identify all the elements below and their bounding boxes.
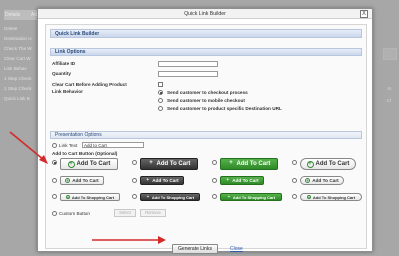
style-radio-9[interactable] (52, 194, 57, 199)
annotation-arrow-generate (92, 236, 166, 244)
link-text-input[interactable]: Add to Cart (82, 142, 144, 148)
plus-icon: + (229, 159, 233, 166)
plus-circle-icon: + (65, 195, 70, 200)
background-right-link: Cl (386, 98, 391, 103)
link-text-label: Link Text (59, 143, 78, 148)
background-sidebar-item: Check The W (4, 46, 32, 51)
add-to-cart-button-label: Add To Cart (72, 178, 99, 183)
plus-icon: + (226, 177, 230, 182)
style-radio-8[interactable] (292, 178, 297, 183)
dialog-title: Quick Link Builder (184, 11, 226, 17)
dialog-header: Quick Link Builder (50, 29, 362, 38)
annotation-arrow-style (9, 131, 48, 164)
presentation-options-heading: Presentation Options (50, 131, 362, 139)
style-radio-12[interactable] (292, 194, 297, 199)
background-sidebar: Delete Destination U Check The W Clear C… (4, 24, 38, 104)
quantity-input[interactable] (158, 71, 218, 77)
plus-circle-icon: + (305, 178, 311, 183)
add-to-cart-button-label: Add To Shopping Cart (232, 194, 276, 200)
link-options-heading: Link Options (50, 48, 362, 56)
remove-button[interactable]: Remove (140, 209, 166, 217)
background-sidebar-item: 1 Step Check (4, 76, 32, 81)
background-sidebar-item: Clear Cart W (4, 56, 31, 61)
add-to-cart-button-style-8[interactable]: + Add To Cart (300, 176, 344, 185)
add-to-cart-button-label: Add To Cart (232, 178, 259, 183)
style-radio-2[interactable] (132, 160, 137, 165)
background-right-field (383, 48, 397, 60)
add-to-cart-button-label: Add To Cart (236, 161, 271, 167)
dialog-content: Quick Link Builder Link Options Affiliat… (45, 24, 367, 254)
add-to-cart-button-style-1[interactable]: + Add To Cart (60, 158, 118, 170)
link-behavior-label: Link Behavior (52, 89, 83, 94)
background-sidebar-item: Quick Link B (4, 96, 30, 101)
behavior-checkout-label: Send customer to checkout process (167, 90, 248, 95)
clear-cart-checkbox[interactable] (158, 82, 163, 87)
plus-icon: + (146, 194, 150, 199)
close-icon[interactable]: X (360, 10, 368, 18)
plus-icon: + (227, 194, 231, 199)
add-to-cart-button-label: Add To Shopping Cart (151, 194, 195, 200)
plus-circle-icon: + (306, 160, 314, 168)
style-radio-1[interactable] (52, 160, 57, 165)
add-to-cart-button-style-5[interactable]: + Add To Cart (60, 176, 104, 185)
add-to-cart-button-label: Add To Cart (76, 161, 111, 167)
style-radio-5[interactable] (52, 178, 57, 183)
plus-circle-icon: + (306, 195, 311, 200)
custom-button-label: Custom Button (59, 211, 91, 216)
affiliate-id-label: Affiliate ID (52, 61, 76, 66)
background-sidebar-item: 1 Step Check (4, 86, 32, 91)
add-to-cart-button-style-7[interactable]: + Add To Cart (220, 176, 264, 185)
link-text-radio[interactable] (52, 143, 57, 148)
select-button[interactable]: Select (114, 209, 136, 217)
add-to-cart-button-label: Add To Cart (315, 161, 350, 167)
behavior-destination-radio[interactable] (158, 106, 163, 111)
add-to-cart-button-label: Add To Cart (152, 178, 179, 183)
add-to-cart-button-label: Add To Cart (312, 178, 339, 183)
plus-circle-icon: + (67, 160, 75, 168)
add-to-shopping-cart-button-style-11[interactable]: + Add To Shopping Cart (220, 193, 282, 201)
style-radio-4[interactable] (292, 160, 297, 165)
plus-icon: + (149, 159, 153, 166)
style-radio-6[interactable] (132, 178, 137, 183)
add-to-shopping-cart-button-style-9[interactable]: + Add To Shopping Cart (60, 193, 120, 201)
behavior-checkout-radio[interactable] (158, 90, 163, 95)
close-link[interactable]: Close (230, 246, 243, 252)
style-radio-3[interactable] (212, 160, 217, 165)
behavior-mobile-label: Send customer to mobile checkout (167, 98, 245, 103)
quick-link-builder-dialog: Quick Link Builder X Quick Link Builder … (37, 8, 373, 254)
add-to-shopping-cart-button-style-10[interactable]: + Add To Shopping Cart (140, 193, 200, 201)
dialog-title-bar: Quick Link Builder X (38, 9, 372, 19)
background-right-link: st (387, 86, 391, 91)
background-sidebar-item: Destination U (4, 36, 32, 41)
cart-button-label: Add to Cart Button (Optional) (52, 151, 118, 156)
style-radio-7[interactable] (212, 178, 217, 183)
affiliate-id-input[interactable] (158, 61, 218, 67)
style-radio-10[interactable] (132, 194, 137, 199)
background-sidebar-item: Delete (4, 26, 18, 31)
generate-links-button[interactable]: Generate Links (172, 244, 218, 254)
add-to-cart-button-label: Add To Cart (156, 161, 191, 167)
add-to-cart-button-style-4[interactable]: + Add To Cart (300, 158, 356, 170)
add-to-cart-button-style-3[interactable]: + Add To Cart (220, 158, 278, 170)
clear-cart-label: Clear Cart Before Adding Product (52, 82, 127, 87)
add-to-cart-button-style-2[interactable]: + Add To Cart (140, 158, 198, 170)
add-to-shopping-cart-button-style-12[interactable]: + Add To Shopping Cart (300, 193, 362, 201)
background-tab-details: Details (5, 12, 21, 18)
custom-button-radio[interactable] (52, 211, 57, 216)
behavior-destination-label: Send customer to product specific Destin… (167, 106, 282, 111)
add-to-cart-button-label: Add To Shopping Cart (71, 194, 115, 200)
plus-circle-icon: + (65, 178, 71, 183)
plus-icon: + (146, 177, 150, 182)
style-radio-11[interactable] (212, 194, 217, 199)
background-sidebar-item: Link Behav (4, 66, 27, 71)
behavior-mobile-radio[interactable] (158, 98, 163, 103)
add-to-cart-button-label: Add To Shopping Cart (312, 194, 356, 200)
quantity-label: Quantity (52, 71, 72, 76)
add-to-cart-button-style-6[interactable]: + Add To Cart (140, 176, 184, 185)
